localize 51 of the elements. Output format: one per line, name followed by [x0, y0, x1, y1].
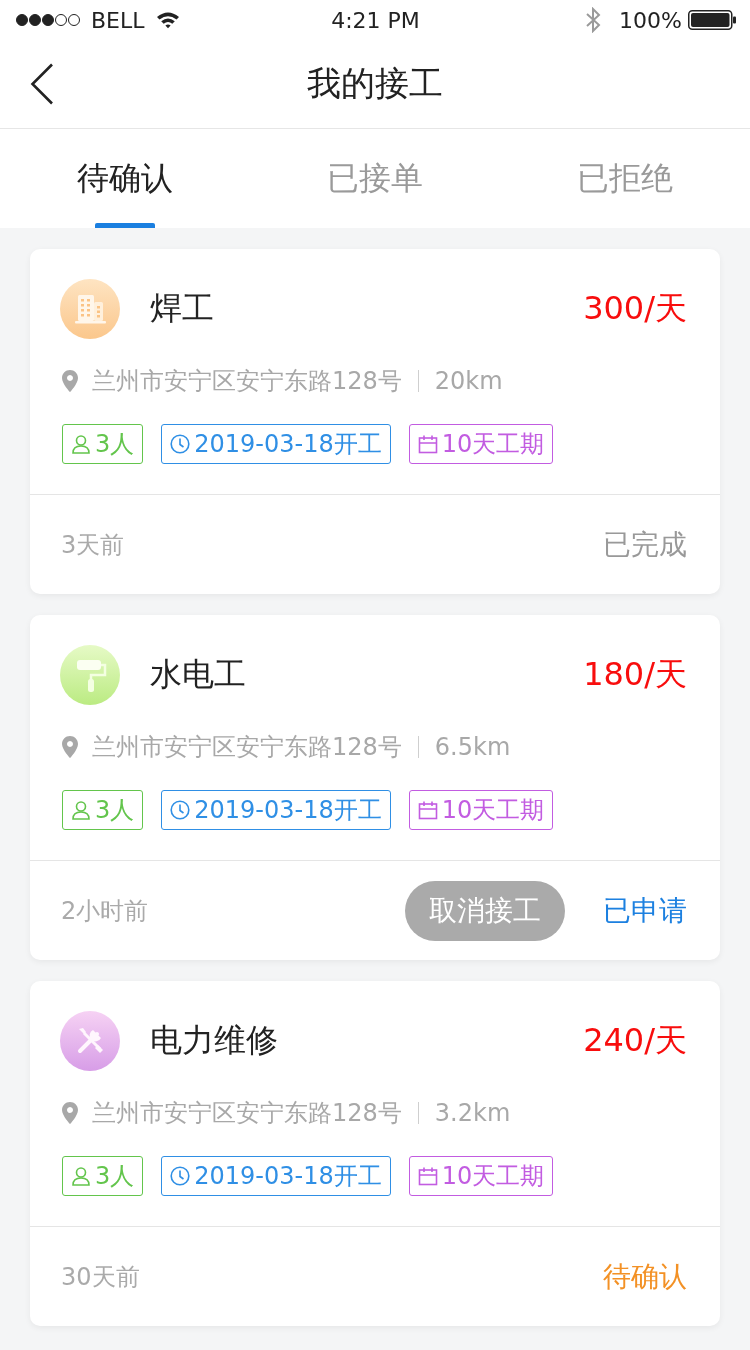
person-icon	[71, 1166, 91, 1186]
job-status: 已申请	[603, 892, 687, 929]
tag-label: 2019-03-18开工	[194, 429, 382, 460]
status-time: 4:21 PM	[331, 7, 420, 33]
tag-label: 3人	[95, 429, 135, 460]
job-title: 焊工	[150, 288, 215, 329]
location-pin-icon	[62, 370, 78, 392]
posted-time: 30天前	[61, 1261, 141, 1293]
clock-icon	[170, 1166, 191, 1186]
tag-label: 3人	[95, 1161, 135, 1192]
tag-label: 2019-03-18开工	[194, 1161, 382, 1192]
calendar-icon	[417, 800, 438, 820]
daily-wage: 300/天	[583, 288, 687, 329]
tag-label: 10天工期	[441, 795, 545, 826]
daily-wage: 180/天	[583, 654, 687, 695]
address-text: 兰州市安宁区安宁东路128号	[92, 732, 402, 763]
person-icon	[71, 434, 91, 454]
person-icon	[71, 800, 91, 820]
job-card[interactable]: 电力维修 240/天 兰州市安宁区安宁东路128号 3.2km 3人 2019-03-18开工 10天工期 30天前 待确认	[30, 981, 720, 1326]
clock-icon	[170, 434, 191, 454]
bluetooth-icon	[585, 7, 602, 33]
posted-time: 3天前	[61, 529, 126, 561]
tag-label: 10天工期	[441, 429, 545, 460]
distance-text: 20km	[434, 367, 503, 395]
location-pin-icon	[62, 1102, 78, 1124]
posted-time: 2小时前	[61, 895, 150, 927]
distance-text: 6.5km	[434, 733, 511, 761]
battery-icon	[688, 10, 736, 30]
address-text: 兰州市安宁区安宁东路128号	[92, 366, 402, 397]
address-text: 兰州市安宁区安宁东路128号	[92, 1098, 402, 1129]
tag-label: 3人	[95, 795, 135, 826]
job-status: 已完成	[603, 526, 687, 563]
location-pin-icon	[62, 736, 78, 758]
job-title: 水电工	[150, 654, 247, 695]
page-title: 我的接工	[307, 62, 443, 105]
signal-icon	[15, 13, 81, 27]
clock-icon	[170, 800, 191, 820]
tag-label: 2019-03-18开工	[194, 795, 382, 826]
distance-text: 3.2km	[434, 1099, 511, 1127]
calendar-icon	[417, 1166, 438, 1186]
job-card[interactable]: 水电工 180/天 兰州市安宁区安宁东路128号 6.5km 3人 2019-03-18开工 10天工期 2小时前 取消接工 已申请	[30, 615, 720, 960]
wifi-icon	[155, 11, 180, 29]
job-title: 电力维修	[150, 1020, 279, 1061]
daily-wage: 240/天	[583, 1020, 687, 1061]
carrier-name: BELL	[91, 7, 145, 33]
job-status: 待确认	[603, 1258, 687, 1295]
back-icon[interactable]	[30, 63, 54, 105]
job-card[interactable]: 焊工 300/天 兰州市安宁区安宁东路128号 20km 3人 2019-03-18开工 10天工期 3天前 已完成	[30, 249, 720, 594]
calendar-icon	[417, 434, 438, 454]
battery-percent: 100%	[619, 7, 682, 33]
tag-label: 10天工期	[441, 1161, 545, 1192]
